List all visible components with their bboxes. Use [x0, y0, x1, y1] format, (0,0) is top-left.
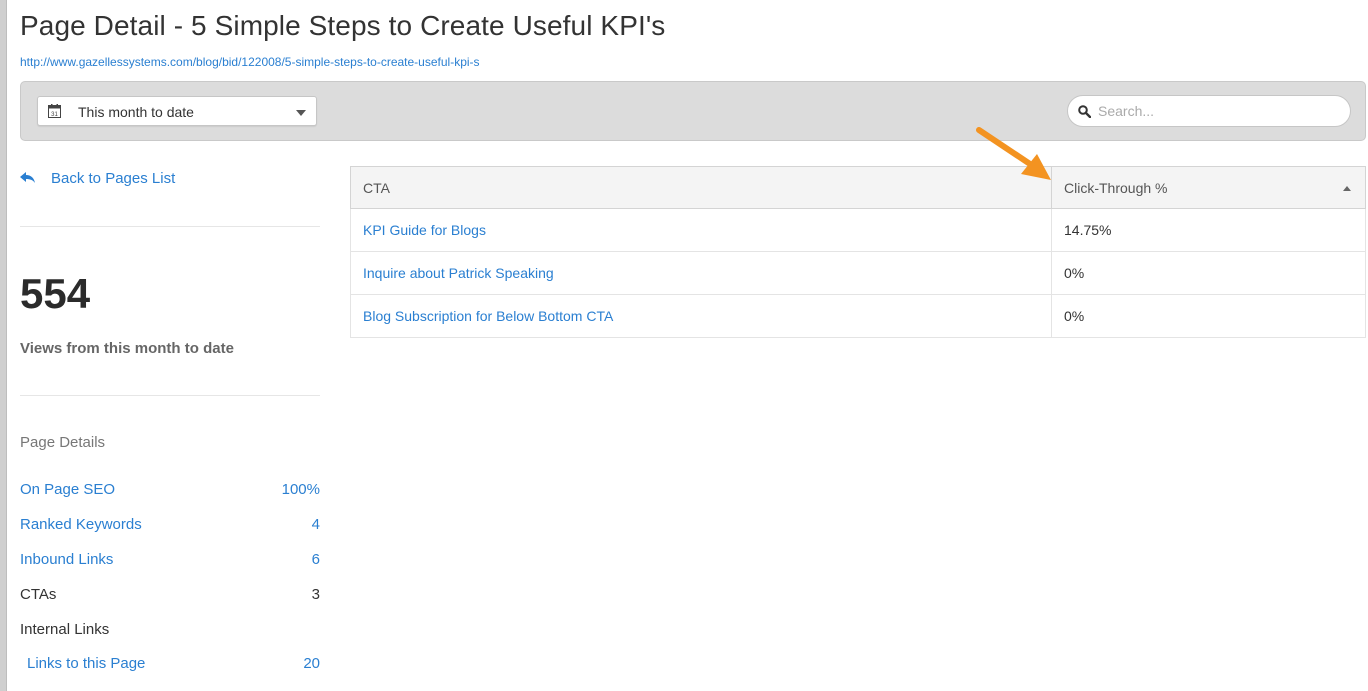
- search-icon: [1078, 105, 1091, 118]
- views-label: Views from this month to date: [20, 340, 234, 357]
- stat-value: 4: [311, 516, 320, 533]
- table-row: Blog Subscription for Below Bottom CTA 0…: [350, 294, 1366, 338]
- stat-value: 6: [311, 551, 320, 568]
- back-link-label: Back to Pages List: [51, 170, 176, 187]
- column-header-label: Click-Through %: [1064, 179, 1168, 196]
- date-range-label: This month to date: [78, 104, 194, 120]
- stat-on-page-seo[interactable]: On Page SEO 100%: [20, 481, 320, 501]
- chevron-down-icon: [296, 110, 306, 116]
- sidebar-divider: [20, 395, 320, 396]
- column-header-cta[interactable]: CTA: [350, 166, 1052, 209]
- cta-click-through: 0%: [1051, 294, 1366, 338]
- cta-table: CTA Click-Through % KPI Guide for Blogs …: [350, 166, 1366, 338]
- page-details-heading: Page Details: [20, 434, 106, 451]
- stat-value: 3: [311, 586, 320, 603]
- cta-name-link[interactable]: KPI Guide for Blogs: [350, 208, 1052, 252]
- stat-label[interactable]: Ranked Keywords: [20, 516, 142, 533]
- sort-ascending-icon[interactable]: [1343, 186, 1351, 191]
- calendar-icon: 31: [48, 104, 61, 118]
- stat-inbound-links[interactable]: Inbound Links 6: [20, 551, 320, 571]
- table-header-row: CTA Click-Through %: [350, 166, 1366, 209]
- page-title: Page Detail - 5 Simple Steps to Create U…: [20, 10, 666, 41]
- sidebar-divider: [20, 226, 320, 227]
- stat-label[interactable]: On Page SEO: [20, 481, 115, 498]
- table-row: Inquire about Patrick Speaking 0%: [350, 251, 1366, 295]
- stat-ctas: CTAs 3: [20, 586, 320, 606]
- cta-name-link[interactable]: Blog Subscription for Below Bottom CTA: [350, 294, 1052, 338]
- cta-name-link[interactable]: Inquire about Patrick Speaking: [350, 251, 1052, 295]
- cta-click-through: 14.75%: [1051, 208, 1366, 252]
- table-row: KPI Guide for Blogs 14.75%: [350, 208, 1366, 252]
- svg-text:31: 31: [51, 112, 58, 118]
- views-count: 554: [20, 270, 91, 317]
- left-edge-rule: [0, 0, 7, 691]
- cta-click-through: 0%: [1051, 251, 1366, 295]
- stat-label: CTAs: [20, 586, 57, 603]
- stat-label[interactable]: Inbound Links: [20, 551, 113, 568]
- back-arrow-icon: [20, 172, 35, 183]
- search-input[interactable]: [1098, 101, 1338, 121]
- filter-toolbar: 31 This month to date: [20, 81, 1366, 141]
- search-box[interactable]: [1067, 95, 1351, 127]
- stat-value: 100%: [281, 481, 320, 498]
- stat-label: Internal Links: [20, 621, 110, 638]
- stat-label[interactable]: Links to this Page: [27, 655, 145, 672]
- stat-links-to-this-page[interactable]: Links to this Page 20: [20, 655, 320, 675]
- stat-internal-links: Internal Links: [20, 621, 320, 641]
- annotation-arrow-icon: [976, 127, 1051, 180]
- date-range-select[interactable]: 31 This month to date: [37, 96, 317, 126]
- stat-value: 20: [303, 655, 320, 672]
- stat-ranked-keywords[interactable]: Ranked Keywords 4: [20, 516, 320, 536]
- page-url-link[interactable]: http://www.gazellessystems.com/blog/bid/…: [20, 55, 480, 69]
- column-header-click-through[interactable]: Click-Through %: [1051, 166, 1366, 209]
